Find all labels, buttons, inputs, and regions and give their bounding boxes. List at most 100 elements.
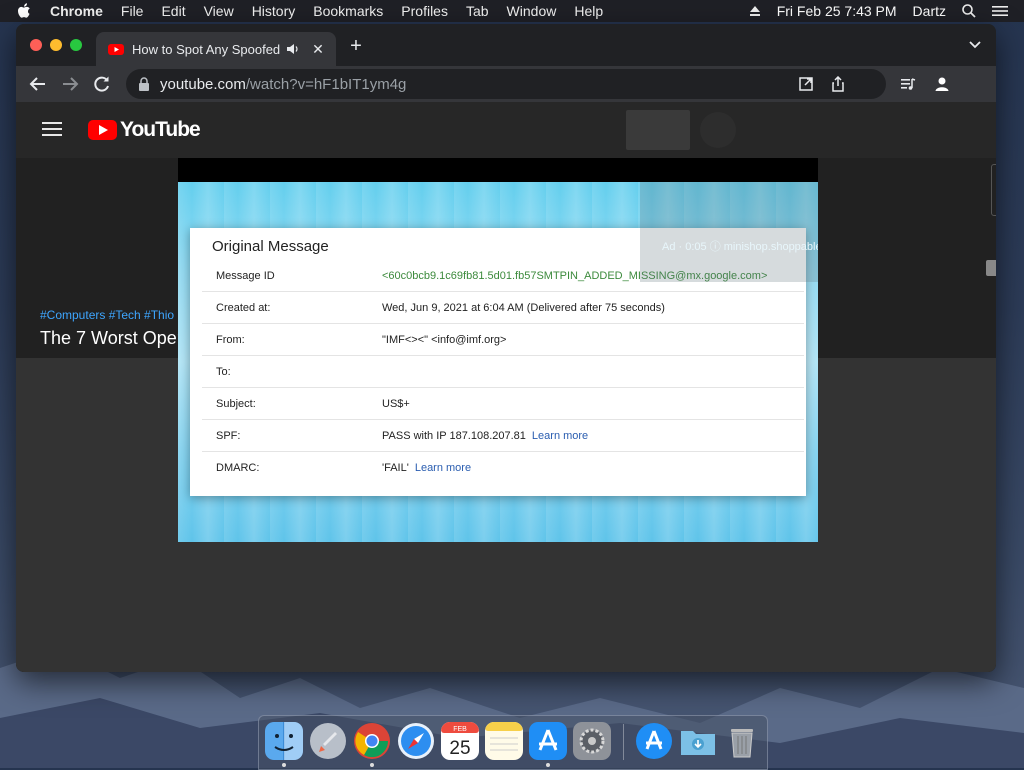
- row-value: PASS with IP 187.108.207.81 Learn more: [382, 430, 588, 442]
- media-controls-icon[interactable]: [900, 76, 916, 92]
- row-key: To:: [216, 366, 231, 378]
- table-row: Created at: Wed, Jun 9, 2021 at 6:04 AM …: [202, 292, 804, 324]
- right-edge-widget: [991, 164, 996, 216]
- chrome-window: How to Spot Any Spoofed ✕ + youtube.com/…: [16, 24, 996, 672]
- address-bar[interactable]: youtube.com/watch?v=hF1bIT1ym4g: [126, 69, 886, 99]
- calendar-icon[interactable]: FEB 25: [441, 722, 479, 760]
- table-row: DMARC: 'FAIL' Learn more: [202, 452, 804, 483]
- hamburger-menu-icon[interactable]: [42, 122, 62, 136]
- safari-icon[interactable]: [397, 722, 435, 760]
- system-preferences-icon[interactable]: [573, 722, 611, 760]
- youtube-logo[interactable]: YouTube: [88, 118, 201, 142]
- row-key: SPF:: [216, 430, 241, 442]
- eject-icon[interactable]: [749, 5, 761, 17]
- video-title: The 7 Worst Oper: [40, 328, 183, 348]
- menu-file[interactable]: File: [121, 3, 144, 19]
- dock-separator: [623, 724, 624, 760]
- menu-window[interactable]: Window: [507, 3, 557, 19]
- row-value: US$+: [382, 398, 410, 410]
- video-hashtags[interactable]: #Computers #Tech #Thio: [40, 308, 174, 322]
- app-store-icon[interactable]: [529, 722, 567, 760]
- url-text: youtube.com/watch?v=hF1bIT1ym4g: [160, 76, 406, 93]
- row-value: 'FAIL' Learn more: [382, 462, 471, 474]
- tab-title: How to Spot Any Spoofed: [132, 41, 281, 57]
- youtube-play-logo-icon: [88, 120, 117, 140]
- avatar-placeholder: [700, 112, 736, 148]
- search-placeholder: [626, 110, 690, 150]
- row-key: From:: [216, 334, 245, 346]
- row-key: Subject:: [216, 398, 256, 410]
- row-key: Message ID: [216, 270, 275, 282]
- youtube-logo-text: YouTube: [120, 118, 201, 141]
- spf-learn-more-link: Learn more: [531, 430, 589, 442]
- tab-search-chevron-icon[interactable]: [968, 40, 982, 50]
- window-controls: [30, 39, 90, 51]
- ad-overlay[interactable]: [640, 182, 818, 282]
- table-row: To:: [202, 356, 804, 388]
- menu-view[interactable]: View: [204, 3, 234, 19]
- browser-toolbar: youtube.com/watch?v=hF1bIT1ym4g: [16, 66, 996, 102]
- menu-bar: Chrome File Edit View History Bookmarks …: [0, 0, 1024, 22]
- row-key: DMARC:: [216, 462, 260, 474]
- menu-help[interactable]: Help: [574, 3, 603, 19]
- menu-clock[interactable]: Fri Feb 25 7:43 PM: [777, 3, 897, 19]
- youtube-favicon-icon: [108, 44, 124, 55]
- close-window-button[interactable]: [30, 39, 42, 51]
- minimize-window-button[interactable]: [50, 39, 62, 51]
- app-store-downloads-icon[interactable]: [635, 722, 673, 760]
- menu-bookmarks[interactable]: Bookmarks: [313, 3, 383, 19]
- menu-app-name[interactable]: Chrome: [50, 3, 103, 19]
- running-indicator: [370, 763, 374, 767]
- url-host: youtube.com: [160, 75, 246, 93]
- running-indicator: [282, 763, 286, 767]
- calendar-day: 25: [449, 738, 470, 759]
- url-path: /watch?v=hF1bIT1ym4g: [245, 75, 407, 93]
- ad-overlay-text[interactable]: Ad · 0:05 ⓘ minishop.shoppable.com/v4/sn…: [662, 238, 818, 254]
- header-rows: Message ID <60c0bcb9.1c69fb81.5d01.fb57S…: [202, 260, 804, 483]
- running-indicator: [546, 763, 550, 767]
- profile-avatar-icon[interactable]: [934, 76, 950, 92]
- spotlight-search-icon[interactable]: [962, 4, 976, 18]
- forward-arrow-icon[interactable]: [60, 74, 80, 94]
- menu-user[interactable]: Dartz: [913, 3, 946, 19]
- offscreen-header-text: p: [995, 128, 996, 146]
- table-row: From: "IMF<><" <info@imf.org>: [202, 324, 804, 356]
- new-tab-button[interactable]: +: [346, 36, 366, 56]
- chrome-icon[interactable]: [353, 722, 391, 760]
- video-player[interactable]: Original Message Message ID <60c0bcb9.1c…: [178, 158, 818, 542]
- menu-profiles[interactable]: Profiles: [401, 3, 448, 19]
- menu-history[interactable]: History: [252, 3, 296, 19]
- table-row: SPF: PASS with IP 187.108.207.81 Learn mo…: [202, 420, 804, 452]
- notes-icon[interactable]: [485, 722, 523, 760]
- share-icon[interactable]: [830, 76, 846, 92]
- finder-icon[interactable]: [265, 722, 303, 760]
- menu-bar-extras: Fri Feb 25 7:43 PM Dartz: [749, 0, 1024, 22]
- row-key: Created at:: [216, 302, 271, 314]
- dock: FEB 25: [258, 715, 768, 770]
- open-in-app-icon[interactable]: [798, 76, 814, 92]
- right-edge-badge: [986, 260, 996, 276]
- youtube-header: YouTube p: [16, 102, 996, 158]
- row-value: "IMF<><" <info@imf.org>: [382, 334, 507, 346]
- zoom-window-button[interactable]: [70, 39, 82, 51]
- dmarc-learn-more-link: Learn more: [414, 462, 472, 474]
- close-tab-icon[interactable]: ✕: [310, 41, 326, 57]
- tab-youtube-video[interactable]: How to Spot Any Spoofed ✕: [96, 32, 336, 66]
- apple-menu-icon[interactable]: [18, 2, 36, 20]
- back-arrow-icon[interactable]: [28, 74, 48, 94]
- menu-tab[interactable]: Tab: [466, 3, 489, 19]
- table-row: Subject: US$+: [202, 388, 804, 420]
- downloads-folder-icon[interactable]: [679, 722, 717, 760]
- tab-strip: How to Spot Any Spoofed ✕ +: [16, 24, 996, 66]
- menu-edit[interactable]: Edit: [161, 3, 185, 19]
- speaker-icon[interactable]: [286, 42, 300, 56]
- row-value: Wed, Jun 9, 2021 at 6:04 AM (Delivered a…: [382, 302, 665, 314]
- launchpad-icon[interactable]: [309, 722, 347, 760]
- reload-icon[interactable]: [92, 74, 112, 94]
- lock-icon[interactable]: [138, 77, 150, 91]
- youtube-page: YouTube p #Computers #Tech #Thio The 7 W…: [16, 102, 996, 672]
- trash-icon[interactable]: [723, 722, 761, 760]
- card-title: Original Message: [212, 238, 329, 255]
- control-center-icon[interactable]: [992, 5, 1008, 17]
- spf-value: PASS with IP 187.108.207.81: [382, 430, 526, 442]
